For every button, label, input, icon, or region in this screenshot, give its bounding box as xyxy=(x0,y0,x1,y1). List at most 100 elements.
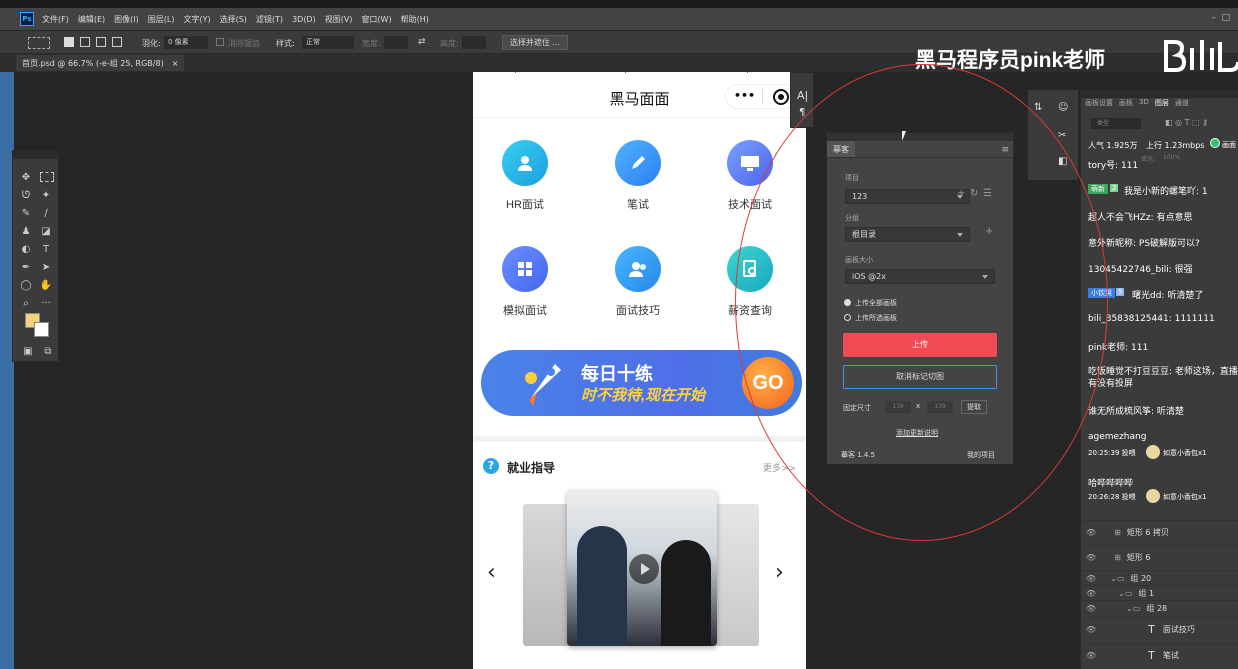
tab-artboard-settings[interactable]: 画板设置 xyxy=(1085,98,1113,108)
fan-badge-level: 5 xyxy=(1116,288,1125,296)
grid-item-label: 面试技巧 xyxy=(616,305,660,317)
menu-filter[interactable]: 滤镜(T) xyxy=(256,14,283,25)
eyedropper-tool-icon[interactable]: ✎ xyxy=(17,205,35,221)
feather-input[interactable]: 0 像素 xyxy=(164,36,208,49)
quick-mask-icon[interactable]: ▣ xyxy=(19,343,37,359)
close-tab-icon[interactable]: × xyxy=(172,59,179,68)
height-input[interactable] xyxy=(462,36,486,49)
swap-icon[interactable]: ⇄ xyxy=(418,37,426,47)
visibility-eye-icon[interactable]: 👁 xyxy=(1086,604,1096,613)
tab-channels[interactable]: 通道 xyxy=(1175,98,1189,108)
banner-line1: 每日十练 xyxy=(581,364,653,384)
ellipse-tool-icon[interactable]: ◯ xyxy=(17,277,35,293)
visibility-eye-icon[interactable]: 👁 xyxy=(1086,651,1096,660)
antialias-checkbox[interactable] xyxy=(216,38,224,46)
layer-filter-icons[interactable]: ◧ ◎ T ⬚ ⚷ xyxy=(1165,118,1208,127)
new-selection-icon[interactable] xyxy=(64,37,74,47)
tab-artboard[interactable]: 画板 xyxy=(1119,98,1133,108)
section-gap xyxy=(473,436,806,442)
grid-item-mock-interview[interactable]: 模拟面试 xyxy=(485,246,565,318)
layer-kind-filter[interactable]: 类型 xyxy=(1091,118,1141,129)
properties-panel-icon[interactable]: ☺ xyxy=(1058,102,1068,113)
layer-name: 组 1 xyxy=(1138,588,1155,598)
zoom-tool-icon[interactable]: ⌕ xyxy=(17,295,35,311)
visibility-eye-icon[interactable]: 👁 xyxy=(1086,589,1096,598)
grid-item-hr[interactable]: HR面试 xyxy=(485,140,565,212)
document-tab-title: 首页.psd @ 66.7% (-e-组 25, RGB/8) xyxy=(22,58,164,68)
menu-select[interactable]: 选择(S) xyxy=(220,14,247,25)
menu-3d[interactable]: 3D(D) xyxy=(292,15,316,24)
layer-row[interactable]: 👁 ⌄▭ 组 28 xyxy=(1080,600,1238,615)
visibility-eye-icon[interactable]: 👁 xyxy=(1086,528,1096,537)
grid-item-interview-tips[interactable]: 面试技巧 xyxy=(598,246,678,318)
play-button[interactable] xyxy=(629,554,659,584)
tools-preset-icon[interactable]: ✂ xyxy=(1058,130,1066,141)
lasso-tool-icon[interactable]: ᘎ xyxy=(17,187,35,203)
fan-badge-level: 2 xyxy=(1110,184,1119,192)
pen-tool-icon[interactable]: ✒ xyxy=(17,259,35,275)
more-tools-icon[interactable]: ··· xyxy=(37,295,55,311)
chat-username: 哈哔哔哔哔 xyxy=(1088,479,1134,489)
fill-label: 填充: xyxy=(1141,156,1156,163)
layer-row[interactable]: 👁 ⊞ 矩形 6 拷贝 xyxy=(1080,520,1238,544)
folder-icon: ⌄▭ xyxy=(1110,573,1125,583)
document-tab[interactable]: 首页.psd @ 66.7% (-e-组 25, RGB/8) × xyxy=(16,55,185,71)
stamp-tool-icon[interactable]: ♟ xyxy=(17,223,35,239)
style-label: 样式: xyxy=(276,39,295,48)
close-miniapp-icon[interactable] xyxy=(773,89,789,105)
more-dots-icon[interactable]: ••• xyxy=(734,89,755,102)
type-tool-icon[interactable]: T xyxy=(37,241,55,257)
gift-name: 如意小香包x1 xyxy=(1163,493,1207,501)
fan-badge: 萌新 xyxy=(1088,184,1108,194)
capsule-menu[interactable]: ••• xyxy=(725,84,797,109)
fill-value[interactable]: 100% xyxy=(1163,154,1180,161)
carousel-next-icon[interactable]: › xyxy=(775,560,784,585)
carousel-main-image[interactable] xyxy=(567,490,717,646)
intersect-selection-icon[interactable] xyxy=(112,37,122,47)
maximize-icon[interactable]: □ xyxy=(1221,13,1230,23)
hand-tool-icon[interactable]: ✋ xyxy=(37,277,55,293)
visibility-eye-icon[interactable]: 👁 xyxy=(1086,625,1096,634)
subtract-selection-icon[interactable] xyxy=(96,37,106,47)
menu-help[interactable]: 帮助(H) xyxy=(401,14,429,25)
style-select[interactable]: 正常 xyxy=(302,36,354,49)
select-and-mask-button[interactable]: 选择并遮住 ... xyxy=(502,35,568,50)
minimize-icon[interactable]: – xyxy=(1212,13,1217,23)
carousel-prev-icon[interactable]: ‹ xyxy=(487,560,496,585)
menu-image[interactable]: 图像(I) xyxy=(114,14,139,25)
magic-wand-icon[interactable]: ✦ xyxy=(37,187,55,203)
tab-3d[interactable]: 3D xyxy=(1139,98,1149,108)
move-tool-icon[interactable]: ✥ xyxy=(17,169,35,185)
layer-row[interactable]: 👁 ⌄▭ 组 1 xyxy=(1080,585,1238,600)
screen-mode-icon[interactable]: ⧉ xyxy=(39,343,57,359)
layer-row[interactable]: 👁 T 笔试 xyxy=(1080,643,1238,667)
title-strip xyxy=(0,0,1238,8)
history-panel-icon[interactable]: ⇅ xyxy=(1034,102,1042,113)
gradient-tool-icon[interactable]: ◐ xyxy=(17,241,35,257)
path-select-tool-icon[interactable]: ➤ xyxy=(37,259,55,275)
people-icon xyxy=(615,246,661,292)
eraser-tool-icon[interactable]: ◪ xyxy=(37,223,55,239)
menu-view[interactable]: 视图(V) xyxy=(325,14,353,25)
add-selection-icon[interactable] xyxy=(80,37,90,47)
menu-edit[interactable]: 编辑(E) xyxy=(78,14,105,25)
menu-window[interactable]: 窗口(W) xyxy=(361,14,391,25)
brush-tool-icon[interactable]: ∕ xyxy=(37,205,55,221)
layer-row[interactable]: 👁 T 面试技巧 xyxy=(1080,617,1238,641)
background-color-swatch[interactable] xyxy=(34,322,49,337)
grid-item-written-test[interactable]: 笔试 xyxy=(598,140,678,212)
layer-row[interactable]: 👁 ⌄▭ 组 20 xyxy=(1080,570,1238,585)
grid-item-label: 笔试 xyxy=(627,199,649,211)
visibility-eye-icon[interactable]: 👁 xyxy=(1086,553,1096,562)
width-input[interactable] xyxy=(384,36,408,49)
layer-row[interactable]: 👁 ⊞ 矩形 6 xyxy=(1080,545,1238,569)
marquee-tool-icon[interactable] xyxy=(28,37,50,49)
rect-marquee-tool-icon[interactable] xyxy=(40,172,54,182)
menu-layer[interactable]: 图层(L) xyxy=(148,14,175,25)
menu-type[interactable]: 文字(Y) xyxy=(183,14,210,25)
visibility-eye-icon[interactable]: 👁 xyxy=(1086,574,1096,583)
tab-layers[interactable]: 图层 xyxy=(1155,98,1169,108)
live-status-icon xyxy=(1210,138,1220,148)
character-panel-icon[interactable]: A| xyxy=(797,89,808,102)
menu-file[interactable]: 文件(F) xyxy=(42,14,69,25)
